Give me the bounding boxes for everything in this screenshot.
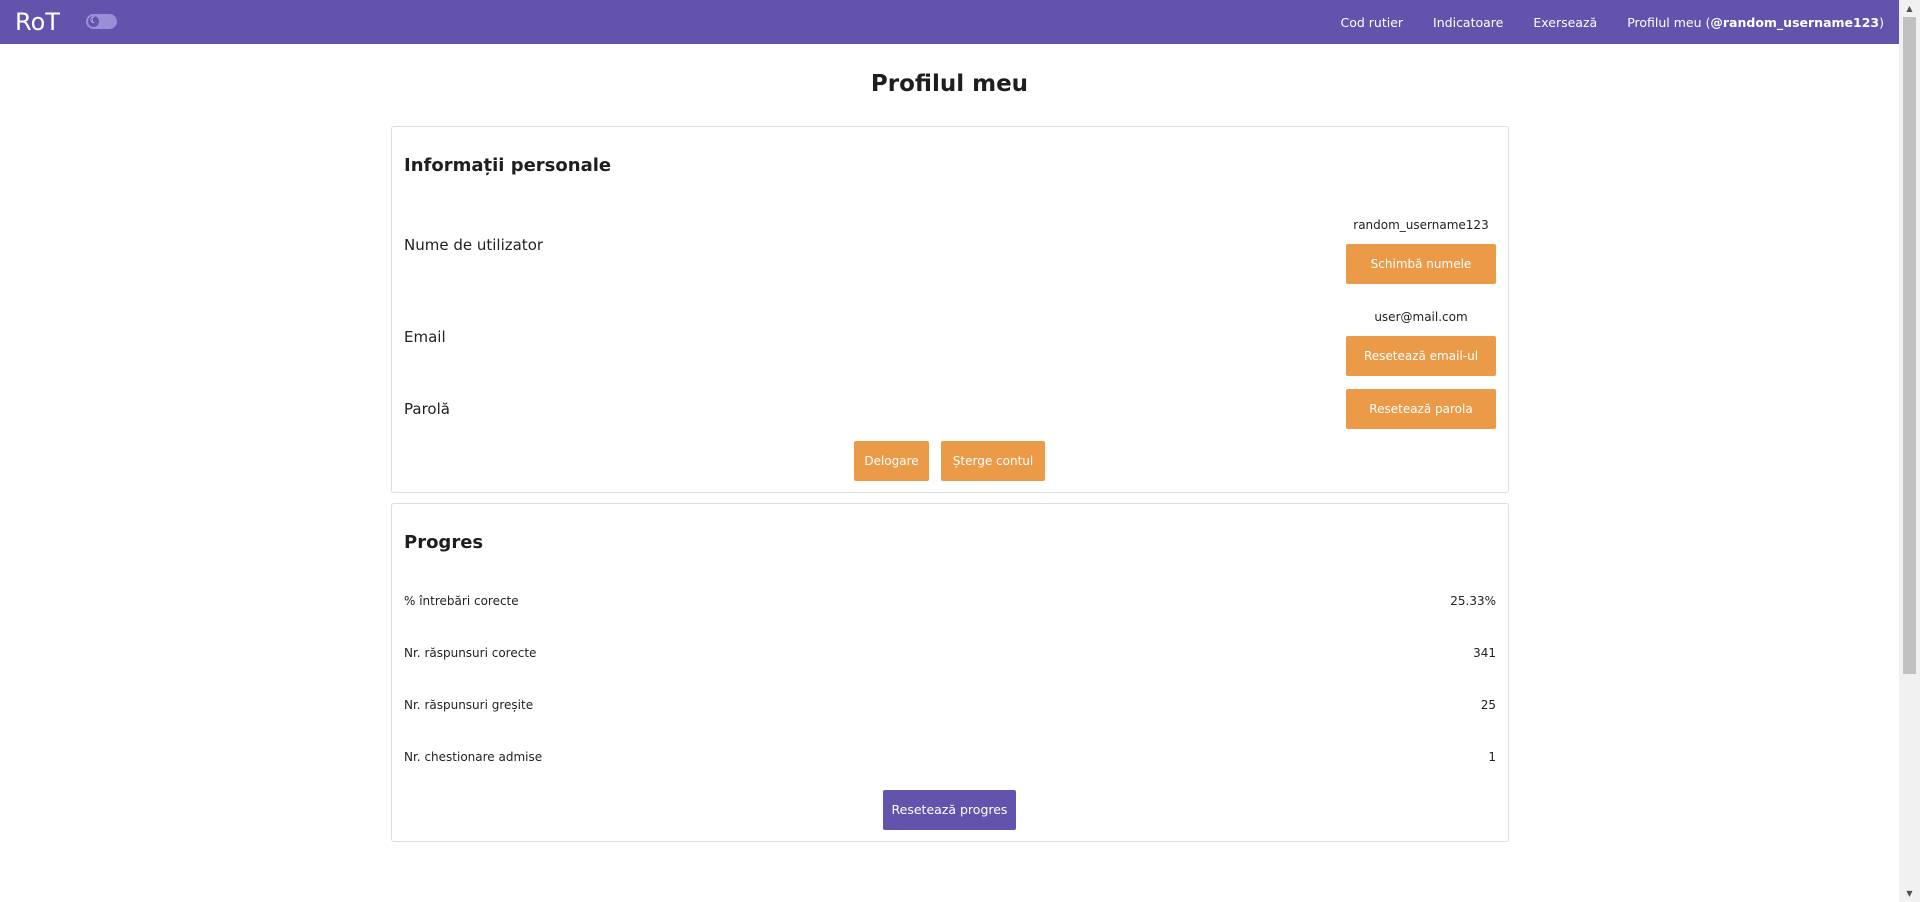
logout-button[interactable]: Delogare	[854, 441, 929, 481]
username-value: random_username123	[1353, 218, 1489, 232]
progress-title: Progres	[404, 532, 484, 553]
stat-value-correct-percent: 25.33%	[1450, 594, 1496, 608]
profile-suffix: )	[1879, 14, 1884, 30]
stat-value-passed-quizzes: 1	[1488, 750, 1496, 764]
scroll-up-arrow-icon[interactable]: ▲	[1899, 0, 1920, 17]
delete-account-button[interactable]: Șterge contul	[941, 441, 1045, 481]
top-navbar: RoT ☾ Cod rutier Indicatoare Exersează P…	[0, 0, 1899, 44]
reset-password-button[interactable]: Resetează parola	[1346, 389, 1496, 429]
page-title: Profilul meu	[870, 71, 1029, 97]
stat-value-wrong-answers: 25	[1480, 698, 1496, 712]
stat-label-correct-percent: % întrebări corecte	[404, 594, 519, 608]
stat-label-wrong-answers: Nr. răspunsuri greșite	[404, 698, 534, 712]
progress-card: Progres % întrebări corecte 25.33% Nr. r…	[391, 503, 1509, 842]
scrollbar-thumb[interactable]	[1903, 17, 1916, 674]
stat-label-correct-answers: Nr. răspunsuri corecte	[404, 646, 537, 660]
password-label: Parolă	[404, 400, 450, 418]
profile-username: @random_username123	[1710, 14, 1880, 30]
nav-link-profile[interactable]: Profilul meu (@random_username123)	[1627, 15, 1884, 30]
theme-toggle[interactable]: ☾	[86, 14, 117, 29]
brand-logo[interactable]: RoT	[15, 8, 60, 36]
nav-links: Cod rutier Indicatoare Exersează Profilu…	[1340, 0, 1884, 44]
scroll-down-arrow-icon[interactable]: ▼	[1899, 885, 1920, 902]
username-label: Nume de utilizator	[404, 236, 544, 254]
stat-value-correct-answers: 341	[1473, 646, 1496, 660]
moon-icon: ☾	[90, 16, 99, 26]
reset-progress-button[interactable]: Resetează progres	[883, 790, 1016, 830]
change-name-button[interactable]: Schimbă numele	[1346, 244, 1496, 284]
email-label: Email	[404, 328, 446, 346]
stat-label-passed-quizzes: Nr. chestionare admise	[404, 750, 543, 764]
personal-info-title: Informații personale	[404, 155, 612, 176]
reset-email-button[interactable]: Resetează email-ul	[1346, 336, 1496, 376]
nav-link-signs[interactable]: Indicatoare	[1433, 15, 1503, 30]
nav-link-road-code[interactable]: Cod rutier	[1340, 15, 1403, 30]
page-scrollbar[interactable]: ▲ ▼	[1899, 0, 1920, 902]
email-value: user@mail.com	[1374, 310, 1468, 324]
profile-prefix: Profilul meu (	[1627, 14, 1711, 30]
nav-link-practice[interactable]: Exersează	[1533, 15, 1597, 30]
personal-info-card: Informații personale Nume de utilizator …	[391, 126, 1509, 493]
